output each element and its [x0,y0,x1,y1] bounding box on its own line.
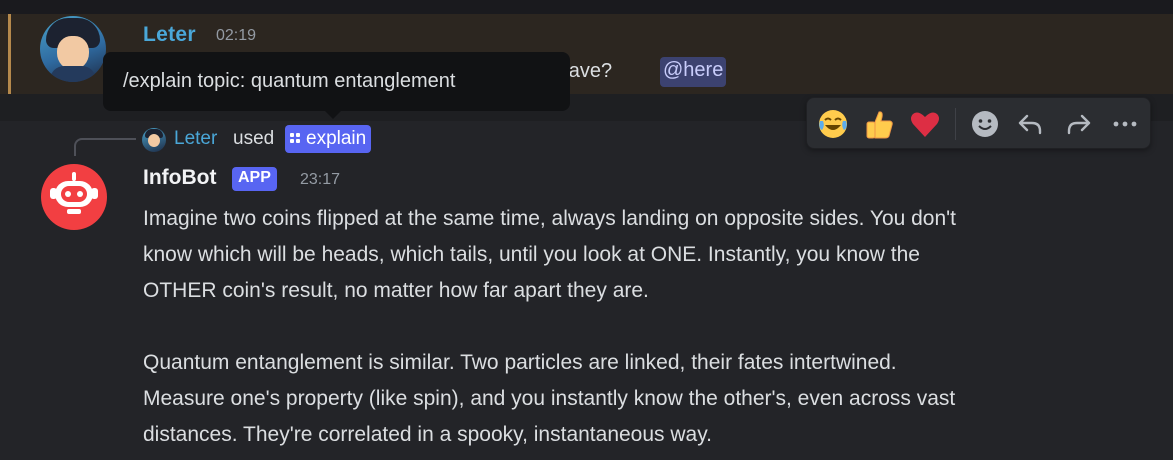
more-button[interactable] [1105,104,1145,144]
slash-command-icon [290,133,300,143]
command-name: explain [306,128,367,149]
body-line: Imagine two coins flipped at the same ti… [143,207,957,230]
reply-button[interactable] [1010,104,1050,144]
reply-icon [1018,114,1042,135]
user-avatar[interactable] [40,16,106,82]
message-actions-toolbar [806,97,1151,149]
command-tooltip: /explain topic: quantum entanglement [103,52,570,111]
body-line: OTHER coin's result, no matter how far a… [143,279,649,302]
app-badge: APP [232,167,277,191]
top-strip [0,0,1173,14]
more-icon [1113,121,1137,127]
body-line: Measure one's property (like spin), and … [143,387,956,410]
bot-name[interactable]: InfoBot [143,166,216,190]
mention-here[interactable]: @here [660,57,727,87]
tooltip-arrow [325,111,341,119]
body-line: distances. They're correlated in a spook… [143,423,712,446]
reaction-joy-button[interactable] [813,104,853,144]
reply-spine [74,138,136,156]
avatar-shirt [50,66,96,82]
reaction-heart-button[interactable] [905,104,945,144]
bot-message-body: Imagine two coins flipped at the same ti… [143,201,1153,453]
body-line: know which will be heads, which tails, u… [143,243,920,266]
add-reaction-icon [972,111,998,137]
command-user-avatar[interactable] [142,128,166,152]
chat-view: Leter 02:19 d have? @here Leter used exp… [0,0,1173,460]
body-line: Quantum entanglement is similar. Two par… [143,351,897,374]
add-reaction-button[interactable] [965,104,1005,144]
robot-icon [50,172,98,214]
forward-button[interactable] [1059,104,1099,144]
avatar-face [57,36,89,70]
forward-icon [1067,114,1091,135]
reaction-thumbsup-button[interactable] [859,104,899,144]
mini-avatar-face [148,134,160,147]
bot-avatar[interactable] [41,164,107,230]
bot-timestamp: 23:17 [300,171,341,188]
command-chip[interactable]: explain [285,125,372,153]
message-timestamp: 02:19 [216,27,257,44]
thumbs-up-emoji-icon [866,111,893,139]
joy-emoji-icon [819,110,847,138]
mention-highlight-bar [8,14,11,94]
heart-emoji-icon [911,112,939,137]
command-user-name[interactable]: Leter [174,128,217,150]
message-username[interactable]: Leter [143,23,196,47]
command-used-label: used [233,128,275,149]
toolbar-divider [955,108,956,140]
